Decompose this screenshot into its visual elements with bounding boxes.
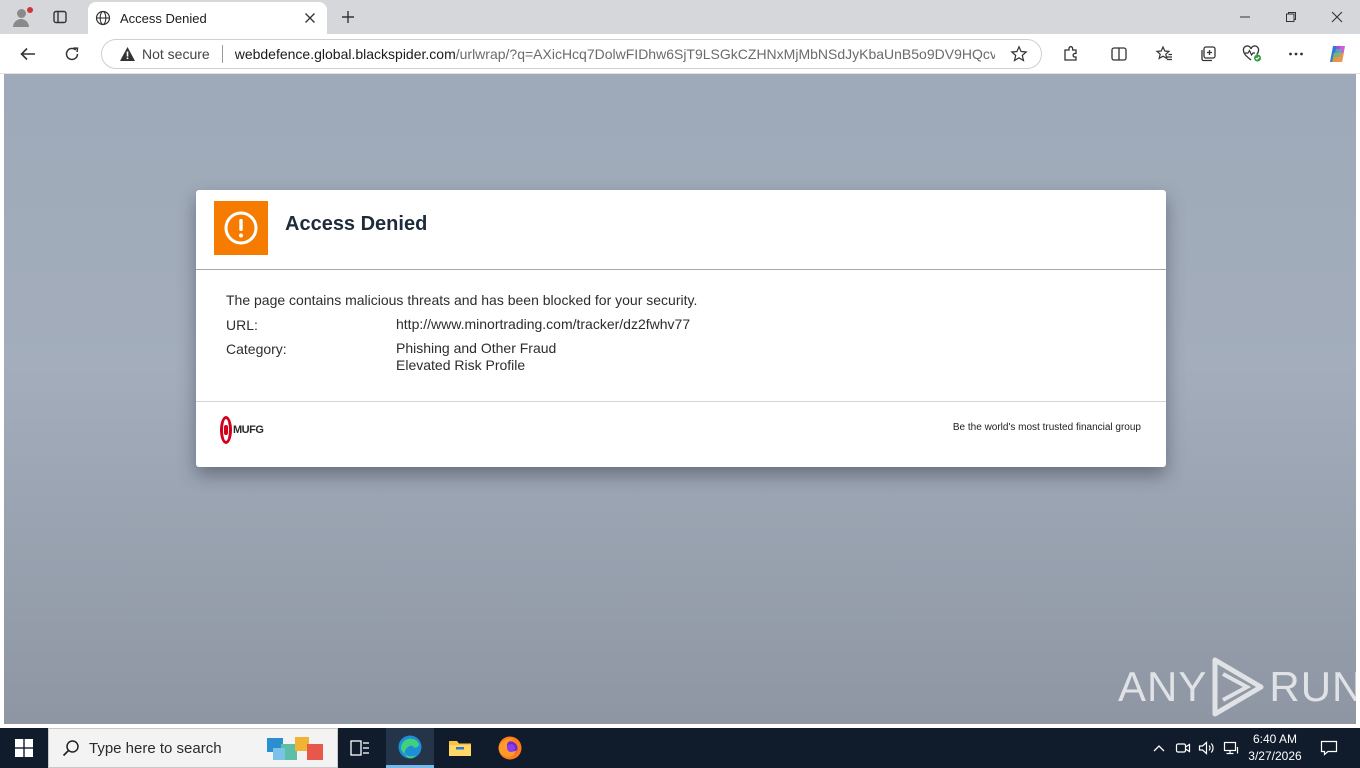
tray-meet-now[interactable] — [1172, 728, 1194, 768]
taskbar: Type here to search 6:40 AM 3/27/2026 — [0, 728, 1360, 768]
task-view-button[interactable] — [336, 728, 384, 768]
taskbar-firefox[interactable] — [486, 728, 534, 768]
clock-date: 3/27/2026 — [1248, 749, 1302, 763]
globe-icon — [94, 9, 112, 27]
tab-actions-button[interactable] — [46, 4, 74, 30]
speaker-icon — [1198, 741, 1214, 755]
notifications-button[interactable] — [1314, 728, 1344, 768]
card-footer: MUFG Be the world's most trusted financi… — [196, 401, 1166, 467]
watermark-left: ANY — [1118, 663, 1208, 710]
url-path: /urlwrap/?q=AXicHcq7DolwFIDhw6SjT9LSGkCZ… — [455, 46, 995, 62]
collections-icon — [1201, 46, 1216, 62]
more-options-button[interactable] — [1282, 40, 1310, 68]
back-button[interactable] — [13, 39, 43, 69]
exclamation-circle-icon — [224, 211, 258, 245]
blocked-url: http://www.minortrading.com/tracker/dz2f… — [396, 316, 691, 332]
plus-icon — [342, 11, 354, 23]
tab-title: Access Denied — [120, 10, 207, 26]
profile-avatar-icon — [17, 9, 26, 18]
tab-access-denied[interactable]: Access Denied — [88, 2, 327, 34]
reload-button[interactable] — [57, 39, 87, 69]
warning-icon[interactable] — [118, 45, 136, 63]
profile-button[interactable] — [8, 4, 36, 30]
reload-icon — [65, 47, 79, 61]
mufg-logo-icon — [220, 416, 232, 444]
logo-text: MUFG — [233, 424, 264, 436]
chevron-up-icon — [1153, 745, 1165, 752]
category-label: Category: — [226, 341, 287, 357]
url-label: URL: — [226, 317, 258, 333]
card-header: Access Denied — [196, 190, 1166, 270]
arrow-left-icon — [20, 47, 35, 61]
split-screen-icon — [1111, 47, 1127, 61]
block-message: The page contains malicious threats and … — [226, 292, 698, 308]
tab-bar: Access Denied — [0, 0, 1360, 34]
tab-actions-icon — [53, 10, 67, 24]
taskbar-file-explorer[interactable] — [436, 728, 484, 768]
folder-icon — [449, 741, 471, 756]
favorite-star-button[interactable] — [1009, 44, 1029, 64]
star-icon — [1010, 45, 1028, 62]
url-host: webdefence.global.blackspider.com — [234, 46, 456, 62]
access-denied-card: Access Denied The page contains maliciou… — [196, 190, 1166, 467]
alert-badge — [214, 201, 268, 255]
copilot-icon — [1330, 46, 1345, 62]
page-title: Access Denied — [285, 213, 428, 235]
ellipsis-icon — [1289, 52, 1303, 56]
favorites-button[interactable] — [1150, 40, 1178, 68]
collections-button[interactable] — [1194, 40, 1222, 68]
security-label[interactable]: Not secure — [142, 46, 210, 62]
new-tab-button[interactable] — [334, 4, 362, 30]
tab-close-button[interactable] — [297, 5, 323, 31]
watermark-right: RUN — [1269, 663, 1360, 710]
mufg-logo: MUFG — [220, 416, 264, 444]
anyrun-watermark: ANY RUN — [1118, 656, 1360, 718]
search-highlight-icon — [265, 735, 327, 763]
tagline: Be the world's most trusted financial gr… — [952, 422, 1141, 433]
address-bar[interactable]: Not secure webdefence.global.blackspider… — [101, 39, 1042, 69]
category-secondary: Elevated Risk Profile — [396, 357, 526, 373]
camera-icon — [1175, 743, 1191, 753]
restore-button[interactable] — [1268, 0, 1314, 34]
heart-pulse-icon — [1242, 45, 1261, 62]
edge-icon — [398, 735, 422, 758]
search-placeholder: Type here to search — [89, 739, 222, 757]
notification-icon — [1320, 740, 1338, 756]
show-hidden-icons-button[interactable] — [1149, 728, 1169, 768]
extensions-button[interactable] — [1057, 40, 1085, 68]
system-clock[interactable]: 6:40 AM 3/27/2026 — [1240, 731, 1310, 765]
network-icon — [1223, 741, 1239, 755]
taskbar-search[interactable]: Type here to search — [48, 728, 338, 768]
category-primary: Phishing and Other Fraud — [396, 340, 557, 356]
page-viewport: Access Denied The page contains maliciou… — [4, 74, 1360, 724]
notification-dot — [27, 7, 33, 13]
url-text[interactable]: webdefence.global.blackspider.com/urlwra… — [235, 46, 995, 62]
tray-volume[interactable] — [1196, 728, 1218, 768]
browser-toolbar: Not secure webdefence.global.blackspider… — [0, 34, 1360, 74]
close-window-button[interactable] — [1314, 0, 1360, 34]
clock-time: 6:40 AM — [1252, 732, 1298, 746]
minimize-button[interactable] — [1222, 0, 1268, 34]
windows-logo-icon — [15, 739, 33, 757]
firefox-icon — [498, 736, 522, 760]
browser-essentials-button[interactable] — [1238, 40, 1266, 68]
puzzle-icon — [1064, 46, 1077, 61]
tray-network[interactable] — [1220, 728, 1242, 768]
copilot-button[interactable] — [1324, 40, 1352, 68]
taskbar-edge[interactable] — [386, 728, 434, 768]
close-icon — [305, 13, 315, 23]
divider — [221, 45, 223, 63]
play-icon — [1212, 657, 1264, 717]
restore-icon — [1286, 12, 1296, 22]
close-icon — [1331, 11, 1343, 23]
task-view-icon — [350, 740, 369, 756]
minimize-icon — [1240, 16, 1250, 18]
search-icon — [61, 738, 81, 758]
split-screen-button[interactable] — [1105, 40, 1133, 68]
start-button[interactable] — [0, 728, 48, 768]
favorites-icon — [1155, 45, 1172, 61]
